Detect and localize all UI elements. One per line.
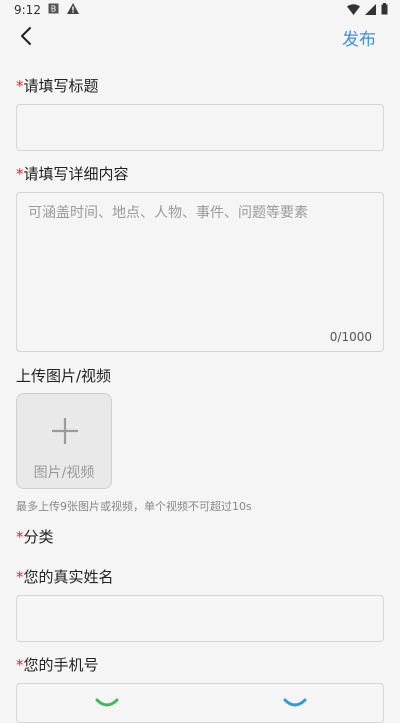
required-mark: * — [16, 568, 24, 586]
warning-icon — [67, 3, 79, 14]
nav-bar: 发布 — [0, 22, 400, 50]
status-time: 9:12 — [14, 3, 41, 17]
required-mark: * — [16, 656, 24, 674]
detail-textarea[interactable]: 可涵盖时间、地点、人物、事件、问题等要素 0/1000 — [16, 192, 384, 352]
name-input[interactable] — [16, 595, 384, 642]
required-mark: * — [16, 528, 24, 546]
blue-arc-icon — [283, 698, 307, 707]
notification-icon: B — [48, 3, 59, 14]
detail-label: *请填写详细内容 — [16, 165, 129, 183]
upload-hint: 最多上传9张图片或视频，单个视频不可超过10s — [16, 500, 252, 513]
status-bar: 9:12 B — [0, 0, 400, 22]
character-counter: 0/1000 — [329, 330, 372, 344]
wifi-icon — [347, 3, 360, 15]
green-arc-icon — [95, 698, 119, 707]
title-label: *请填写标题 — [16, 77, 99, 95]
svg-text:B: B — [51, 5, 57, 14]
category-label[interactable]: *分类 — [16, 526, 54, 547]
plus-icon — [52, 418, 78, 444]
signal-icon — [365, 3, 376, 15]
name-label: *您的真实姓名 — [16, 568, 114, 586]
battery-icon — [381, 3, 388, 15]
required-mark: * — [16, 77, 24, 95]
upload-media-button[interactable]: 图片/视频 — [16, 393, 112, 489]
upload-button-label: 图片/视频 — [33, 465, 95, 481]
phone-label: *您的手机号 — [16, 656, 99, 674]
upload-label: 上传图片/视频 — [16, 367, 112, 385]
phone-input[interactable] — [16, 683, 384, 723]
back-arrow-icon[interactable] — [16, 24, 38, 48]
required-mark: * — [16, 165, 24, 183]
publish-button[interactable]: 发布 — [342, 25, 376, 50]
detail-placeholder: 可涵盖时间、地点、人物、事件、问题等要素 — [28, 205, 308, 221]
title-input[interactable] — [16, 104, 384, 151]
